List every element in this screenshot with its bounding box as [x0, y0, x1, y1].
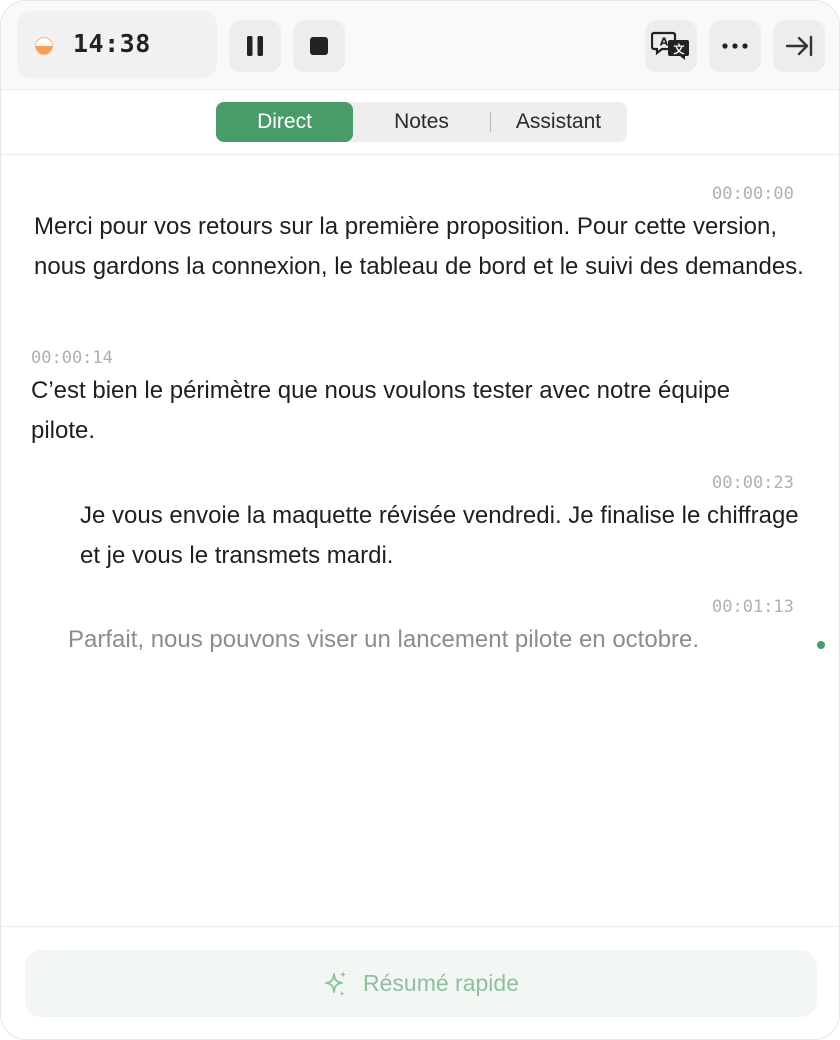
live-transcript-message: Parfait, nous pouvons viser un lancement…: [68, 626, 700, 653]
tabs-divider: [1, 154, 839, 155]
transcript-message: Merci pour vos retours sur la première p…: [34, 213, 804, 280]
svg-text:文: 文: [674, 42, 686, 56]
quick-summary-content: Résumé rapide: [25, 950, 817, 1017]
quick-summary-button[interactable]: Résumé rapide: [25, 950, 817, 1017]
timer-value: 14:38: [73, 29, 151, 58]
pause-icon: [247, 36, 263, 56]
pause-button[interactable]: [229, 20, 281, 72]
tab-notes[interactable]: Notes: [353, 102, 490, 142]
live-indicator: [817, 641, 825, 649]
transcript-message: Je vous envoie la maquette révisée vendr…: [80, 502, 799, 569]
more-icon: [722, 43, 748, 49]
timestamp: 00:00:14: [31, 348, 113, 368]
tab-assistant[interactable]: Assistant: [490, 102, 627, 142]
sparkle-icon: [325, 970, 347, 996]
timestamp: 00:00:23: [712, 473, 794, 493]
tab-direct[interactable]: Direct: [216, 102, 353, 142]
timestamp: 00:00:00: [712, 184, 794, 204]
stop-icon: [310, 37, 328, 55]
timestamp: 00:01:13: [712, 597, 794, 617]
collapse-panel-button[interactable]: [773, 20, 825, 72]
footer-divider: [1, 926, 839, 927]
transcript-message: C’est bien le périmètre que nous voulons…: [31, 377, 731, 444]
quick-summary-label: Résumé rapide: [363, 970, 519, 996]
more-options-button[interactable]: [709, 20, 761, 72]
app-window: 14:38 A 文 Direct Notes Assistant 00:00:0…: [0, 0, 840, 1040]
recording-indicator-icon: [35, 37, 53, 55]
collapse-right-icon: [785, 35, 813, 57]
translate-button[interactable]: A 文: [645, 20, 697, 72]
header-bar: 14:38 A 文: [1, 1, 839, 90]
svg-text:A: A: [660, 36, 669, 49]
view-tabs: Direct Notes Assistant: [216, 102, 627, 142]
stop-button[interactable]: [293, 20, 345, 72]
translate-icon: A 文: [651, 31, 689, 60]
